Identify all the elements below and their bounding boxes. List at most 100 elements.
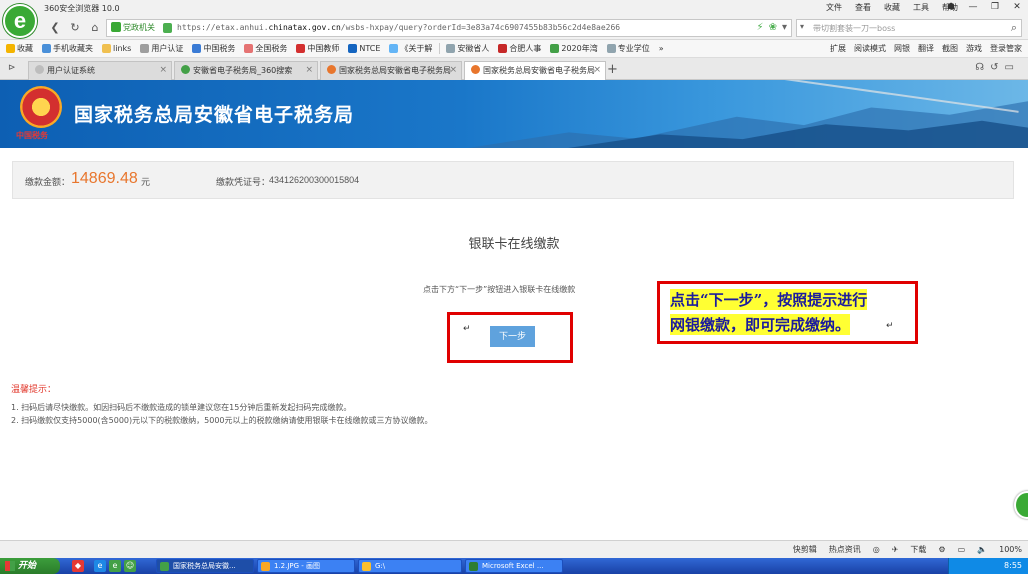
annotation-line-1: 点击“下一步”，按照提示进行 [670,289,868,310]
tab-etax-active[interactable]: 国家税务总局安徽省电子税务局 × [464,61,606,81]
bookmark-favorites[interactable]: 收藏 [6,43,33,54]
translate-button[interactable]: 翻译 [918,43,934,54]
hot-news-button[interactable]: 热点资讯 [829,544,861,555]
search-site-icon [181,65,190,74]
home-icon[interactable]: ⌂ [88,21,102,35]
window-icon[interactable]: ▭ [958,545,966,554]
quicklaunch-icon[interactable]: ◆ [72,560,84,572]
tab-label: 国家税务总局安徽省电子税务局 [483,66,595,75]
search-icon[interactable]: ⌕ [1011,21,1017,35]
url-bar[interactable]: 党政机关 https://etax.anhui.chinatax.gov.cn/… [106,19,792,37]
close-tab-icon[interactable]: × [593,62,601,79]
bookmark-label: 全国税务 [255,44,288,53]
page-icon [446,44,456,53]
floating-assistant-icon[interactable] [1014,491,1028,519]
bookmark-links[interactable]: links [102,44,131,53]
refresh-icon[interactable]: ↻ [68,21,82,35]
search-engine-dropdown[interactable]: ▾ [800,22,804,31]
pin-icon[interactable]: ✈ [892,545,899,554]
download-button[interactable]: 下载 [910,544,926,555]
window-menu: 文件 查看 收藏 工具 帮助 [826,2,958,13]
bookmark-user-auth[interactable]: 用户认证 [140,43,183,54]
ie-icon[interactable]: e [94,560,106,572]
lightning-icon[interactable]: ⚡ [757,22,764,33]
sidebar-toggle-icon[interactable]: ⊳ [8,63,16,73]
menu-favorites[interactable]: 收藏 [884,2,900,13]
bookmark-notice[interactable]: 《关于解 [389,43,432,54]
tab-list-icon[interactable]: ▭ [1005,62,1014,73]
tab-user-auth[interactable]: 用户认证系统 × [28,61,172,80]
extensions-button[interactable]: 扩展 [830,43,846,54]
status-bar: 快剪辑 热点资讯 ◎ ✈ 下载 ⚙ ▭ 🔈 100% [0,540,1028,558]
chrome-icon[interactable]: ◎ [873,545,880,554]
folder-icon [102,44,111,53]
bookmark-national-tax[interactable]: 全国税务 [244,43,287,54]
tab-tools: ☊ ↺ ▭ [975,62,1014,73]
tab-label: 国家税务总局安徽省电子税务局 [339,66,451,75]
search-box[interactable]: ▾ 带切割套装一刀一boss ⌕ [796,19,1022,37]
menu-tools[interactable]: 工具 [913,2,929,13]
page-icon [140,44,150,53]
browser-logo-icon[interactable]: e [3,4,37,38]
tab-search[interactable]: 安徽省电子税务局_360搜索 × [174,61,318,80]
bookmark-china-tax[interactable]: 中国税务 [192,43,235,54]
bookmark-label: 用户认证 [151,44,184,53]
bookmark-hefei[interactable]: 合肥人事 [498,43,541,54]
maximize-button[interactable]: ❐ [986,1,1004,14]
status-items: 快剪辑 热点资讯 ◎ ✈ 下载 ⚙ ▭ 🔈 100% [793,544,1022,555]
url-text[interactable]: https://etax.anhui.chinatax.gov.cn/wsbs-… [177,23,737,32]
skin-icon[interactable]: ☗ [942,1,960,14]
bookmark-label: NTCE [359,44,381,53]
flag-icon [498,44,508,53]
restore-tab-icon[interactable]: ↺ [990,62,998,73]
bank-button[interactable]: 网银 [894,43,910,54]
settings-icon[interactable]: ⚙ [938,545,945,554]
bookmark-label: 专业学位 [617,44,650,53]
headphones-icon[interactable]: ☊ [975,62,984,73]
close-tab-icon[interactable]: × [159,62,167,79]
bookmark-2020[interactable]: 2020年湾 [550,43,598,54]
zoom-level[interactable]: 100% [999,545,1022,554]
tab-strip: ⊳ 用户认证系统 × 安徽省电子税务局_360搜索 × 国家税务总局安徽省电子税务局… [0,58,1028,81]
task-label: G:\ [375,562,386,570]
task-paint[interactable]: 1.2.JPG - 画图 [257,559,355,573]
task-explorer[interactable]: G:\ [358,559,462,573]
tax-site-icon [471,65,480,74]
start-button[interactable]: 开始 [0,558,60,574]
page-icon [35,65,44,74]
task-excel[interactable]: Microsoft Excel ... [465,559,563,573]
amount-unit: 元 [141,178,151,188]
next-step-button[interactable]: 下一步 [490,326,535,347]
tip-item: 1. 扫码后请尽快缴款。如因扫码后不缴款造成的锁单建议您在15分钟后重新发起扫码… [11,403,352,412]
new-tab-icon[interactable]: + [607,62,618,77]
close-tab-icon[interactable]: × [449,62,457,79]
compat-icon[interactable]: ❀ [769,22,777,33]
back-icon[interactable]: ❮ [48,21,62,35]
close-tab-icon[interactable]: × [305,62,313,79]
taskbar: 开始 ◆ e e ☺ 国家税务总局安徽... 1.2.JPG - 画图 G:\ … [0,558,1028,574]
lock-icon[interactable] [163,23,172,33]
games-button[interactable]: 游戏 [966,43,982,54]
browser-icon[interactable]: e [109,560,121,572]
bookmark-ntce[interactable]: NTCE [348,44,380,53]
bookmark-mobile[interactable]: 手机收藏夹 [42,43,93,54]
bookmark-more[interactable]: » [659,44,664,53]
menu-view[interactable]: 查看 [855,2,871,13]
screenshot-button[interactable]: 截图 [942,43,958,54]
volume-icon[interactable]: 🔈 [977,545,987,554]
minimize-button[interactable]: — [964,1,982,14]
task-label: 国家税务总局安徽... [173,562,236,570]
bookmark-anhui[interactable]: 安徽省人 [446,43,489,54]
close-button[interactable]: ✕ [1008,1,1026,14]
quick-clip-button[interactable]: 快剪辑 [793,544,817,555]
reading-mode-button[interactable]: 阅读模式 [854,43,886,54]
qq-icon[interactable]: ☺ [124,560,136,572]
page-icon [296,44,306,53]
menu-file[interactable]: 文件 [826,2,842,13]
dropdown-icon[interactable]: ▾ [782,22,787,33]
login-manager-button[interactable]: 登录管家 [990,43,1022,54]
tab-etax-1[interactable]: 国家税务总局安徽省电子税务局 × [320,61,462,80]
task-browser[interactable]: 国家税务总局安徽... [156,559,254,573]
bookmark-teacher[interactable]: 中国教师 [296,43,339,54]
bookmark-degree[interactable]: 专业学位 [606,43,650,54]
